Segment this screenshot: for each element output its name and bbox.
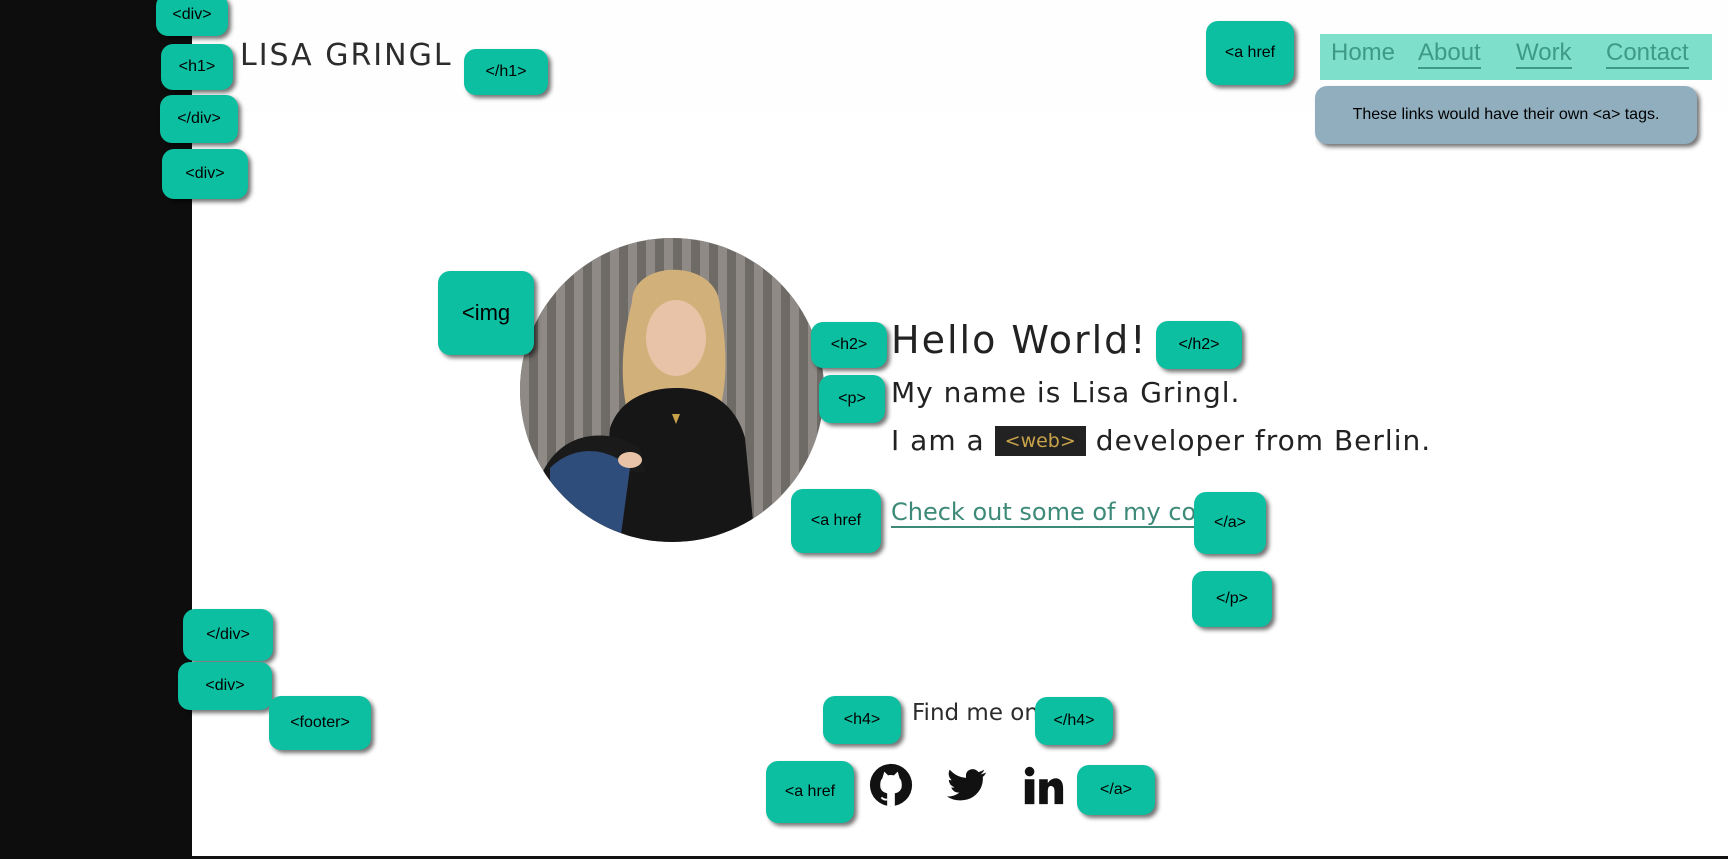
tag-p-close: </p>: [1192, 571, 1272, 627]
footer-heading: Find me on: [912, 700, 1039, 726]
tag-a-href-social: <a href: [766, 761, 854, 823]
tag-p-open: <p>: [819, 375, 885, 423]
github-link[interactable]: [867, 762, 915, 808]
nav-link-home[interactable]: Home: [1331, 39, 1395, 67]
twitter-link[interactable]: [943, 762, 991, 808]
tag-h4-close: </h4>: [1035, 697, 1113, 745]
tag-a-close-code: </a>: [1194, 492, 1266, 554]
site-title: LISA GRINGL: [240, 38, 453, 73]
hero-role-line: I am a <web> developer from Berlin.: [891, 424, 1431, 457]
profile-photo: [520, 238, 824, 542]
web-code-chip: <web>: [994, 425, 1086, 456]
tag-div-open-2: <div>: [162, 149, 248, 199]
github-icon: [869, 763, 913, 807]
hero-intro: My name is Lisa Gringl.: [891, 376, 1241, 409]
tag-h2-open: <h2>: [811, 322, 887, 368]
tag-div-close: </div>: [160, 95, 238, 143]
tag-h1-open: <h1>: [161, 44, 233, 90]
tag-div-open-3: <div>: [178, 662, 272, 710]
tag-div-close-2: </div>: [183, 609, 273, 661]
tag-a-href-code: <a href: [791, 489, 881, 553]
hero-heading: Hello World!: [891, 318, 1148, 362]
tag-nav-a-href: <a href: [1206, 21, 1294, 85]
tag-h2-close: </h2>: [1156, 321, 1242, 369]
hero-role-prefix: I am a: [891, 424, 985, 457]
nav-link-work[interactable]: Work: [1516, 39, 1572, 69]
tag-h4-open: <h4>: [823, 696, 901, 744]
tag-h1-close: </h1>: [464, 49, 548, 95]
nav-link-contact[interactable]: Contact: [1606, 39, 1689, 69]
linkedin-icon: [1024, 766, 1064, 805]
tag-img-open: <img: [438, 271, 534, 355]
tag-a-close-social: </a>: [1077, 765, 1155, 815]
linkedin-link[interactable]: [1019, 762, 1067, 808]
code-link[interactable]: Check out some of my code: [891, 498, 1227, 528]
tag-footer-open: <footer>: [269, 696, 371, 750]
twitter-icon: [946, 769, 987, 801]
tag-div-open: <div>: [156, 0, 228, 36]
nav-links-note: These links would have their own <a> tag…: [1315, 86, 1697, 144]
nav-link-about[interactable]: About: [1418, 39, 1481, 69]
hero-role-suffix: developer from Berlin.: [1095, 424, 1432, 457]
